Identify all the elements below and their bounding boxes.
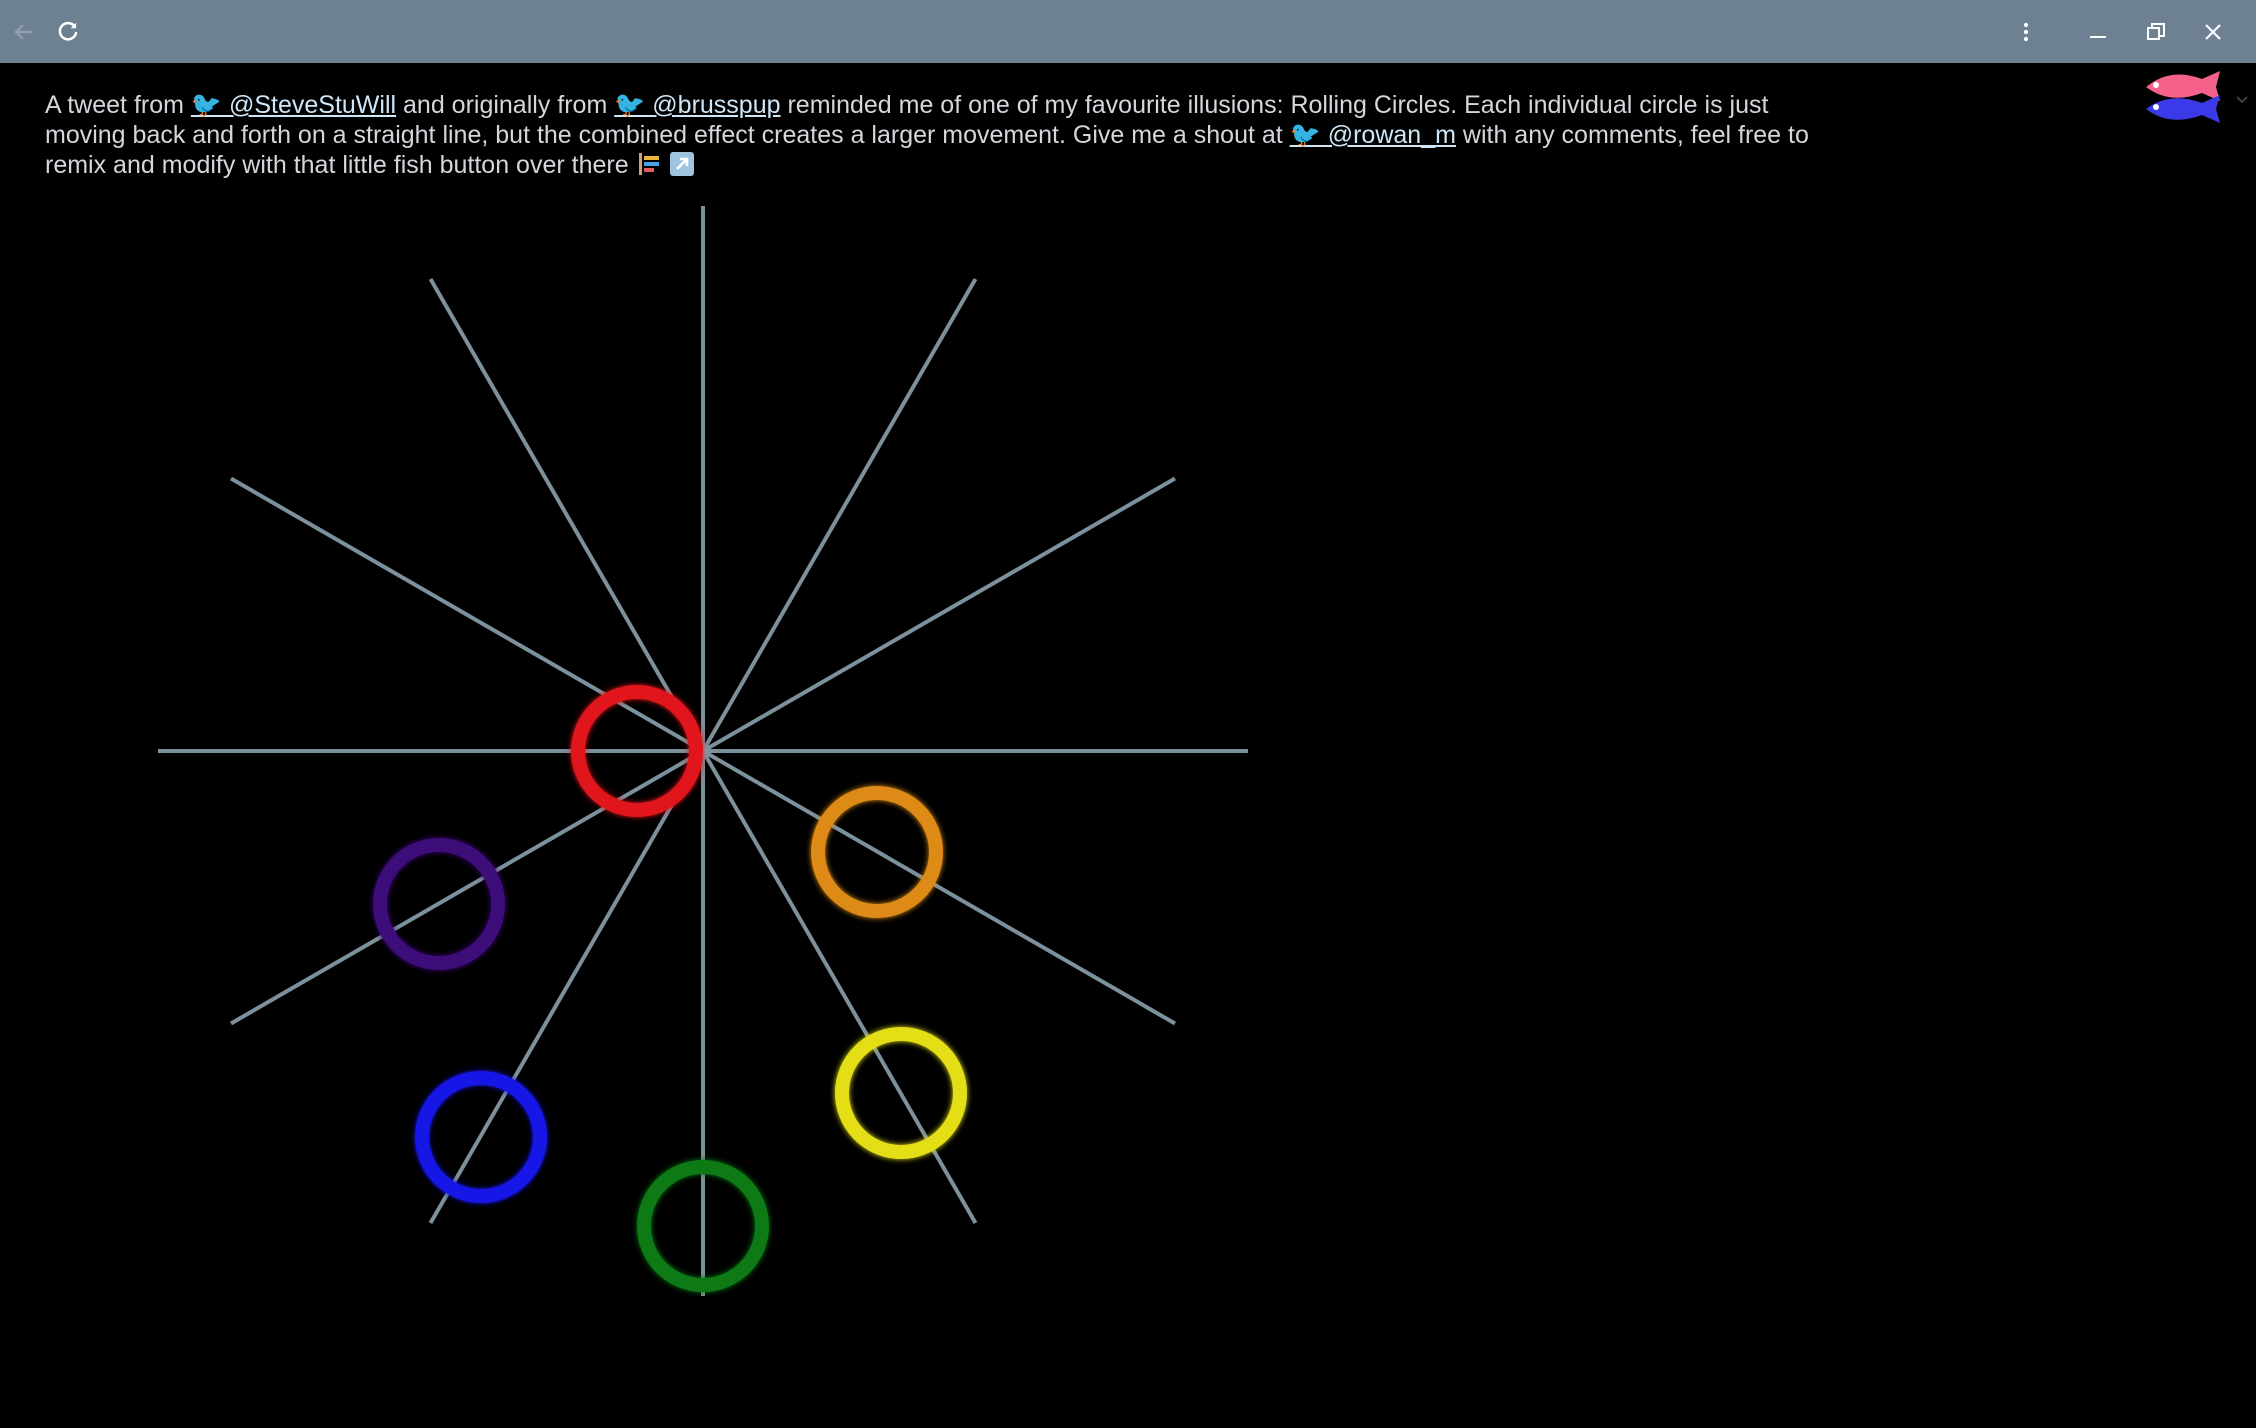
restore-button[interactable] <box>2132 0 2180 63</box>
minimize-icon <box>2090 35 2106 38</box>
page-content: A tweet from 🐦 @SteveStuWill and origina… <box>0 63 2256 1428</box>
back-button[interactable] <box>0 0 48 63</box>
restore-icon <box>2147 22 2165 40</box>
minimize-button[interactable] <box>2074 0 2122 63</box>
moving-circles <box>373 685 967 1292</box>
close-icon <box>2205 23 2221 40</box>
link-rowan-m[interactable]: 🐦 @rowan_m <box>1290 121 1456 149</box>
browser-titlebar <box>0 0 2256 63</box>
arrow-left-icon <box>14 23 32 40</box>
rolling-circles-illusion <box>158 206 1248 1296</box>
fish-icon <box>2146 71 2248 123</box>
reload-button[interactable] <box>44 0 92 63</box>
menu-button[interactable] <box>2002 0 2050 63</box>
reload-icon <box>58 21 78 41</box>
close-button[interactable] <box>2189 0 2237 63</box>
remix-fish-button[interactable] <box>2140 63 2250 133</box>
kebab-menu-icon <box>2023 22 2029 41</box>
